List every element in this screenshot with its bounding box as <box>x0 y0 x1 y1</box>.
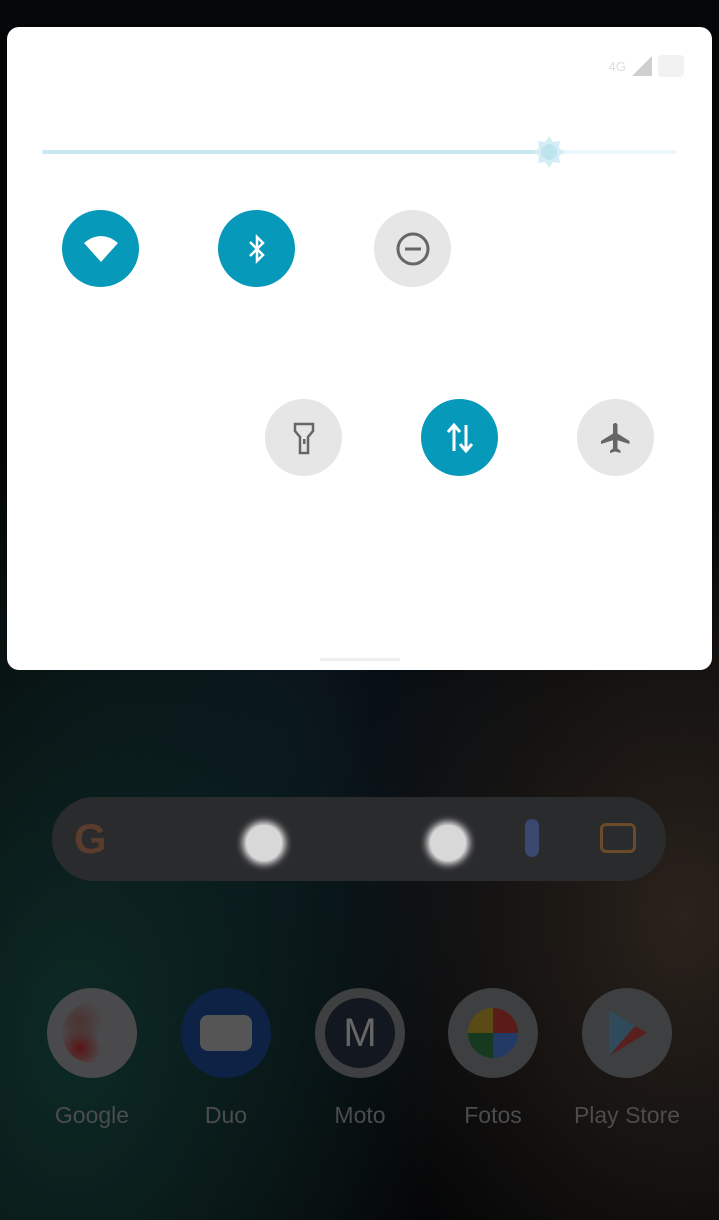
app-label: Fotos <box>464 1102 522 1128</box>
app-duo[interactable] <box>181 988 271 1078</box>
app-play-store[interactable] <box>582 988 672 1078</box>
brightness-slider[interactable] <box>42 136 676 168</box>
panel-drag-handle[interactable] <box>320 658 400 661</box>
touch-indicator <box>430 825 466 861</box>
touch-indicator <box>246 825 282 861</box>
mobile-data-tile[interactable] <box>421 399 498 476</box>
app-label: Google <box>54 1102 130 1128</box>
battery-icon <box>658 55 684 77</box>
airplane-mode-tile[interactable] <box>577 399 654 476</box>
play-store-icon <box>609 1010 647 1056</box>
app-label: Moto <box>334 1102 386 1128</box>
brightness-thumb[interactable] <box>531 134 567 170</box>
brightness-fill <box>42 150 550 154</box>
do-not-disturb-icon <box>396 232 429 265</box>
quick-settings-panel: 4G <box>7 27 712 670</box>
google-search-bar[interactable]: G <box>52 797 666 881</box>
pinwheel-icon <box>468 1008 518 1058</box>
signal-icon <box>632 56 652 76</box>
wifi-tile[interactable] <box>62 210 139 287</box>
bluetooth-tile[interactable] <box>218 210 295 287</box>
video-camera-icon <box>200 1015 252 1051</box>
brightness-icon <box>533 136 566 168</box>
flashlight-icon <box>293 422 314 454</box>
status-bar: 4G <box>609 55 684 77</box>
network-type: 4G <box>608 58 626 74</box>
app-google-folder[interactable] <box>47 988 137 1078</box>
google-g-icon: G <box>74 815 107 862</box>
app-label: Duo <box>204 1102 248 1128</box>
app-fotos[interactable] <box>448 988 538 1078</box>
app-label: Play Store <box>573 1102 681 1128</box>
folder-icon <box>62 1003 122 1063</box>
mobile-data-icon <box>446 422 473 453</box>
flashlight-tile[interactable] <box>265 399 342 476</box>
lens-camera-icon[interactable] <box>600 823 636 853</box>
airplane-icon <box>600 422 629 453</box>
microphone-icon[interactable] <box>525 819 539 857</box>
wifi-icon <box>83 235 118 262</box>
do-not-disturb-tile[interactable] <box>374 210 451 287</box>
app-moto[interactable]: M <box>315 988 405 1078</box>
bluetooth-icon <box>248 233 265 264</box>
motorola-icon: M <box>325 998 395 1068</box>
